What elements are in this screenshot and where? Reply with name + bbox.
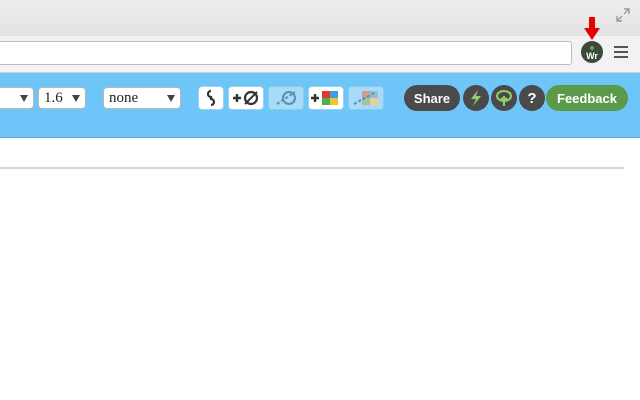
title-bar: [0, 0, 640, 36]
link-icon: [206, 89, 216, 107]
add-image-icon: [311, 91, 338, 105]
extension-label: Wr: [586, 50, 598, 61]
feedback-label: Feedback: [557, 90, 617, 106]
menu-bar: [614, 46, 628, 48]
remove-image-icon: [353, 91, 378, 105]
link-button[interactable]: [198, 86, 224, 110]
chevron-down-icon: [72, 95, 80, 102]
line-height-select[interactable]: 1.6: [38, 87, 86, 109]
lightning-button[interactable]: [463, 85, 489, 111]
menu-bar: [614, 51, 628, 53]
line-height-value: 1.6: [44, 90, 63, 106]
chevron-down-icon: [167, 95, 175, 102]
chevron-down-icon: [20, 95, 28, 102]
help-icon: ?: [527, 89, 537, 107]
tree-icon: [496, 90, 512, 106]
browser-toolbar: + Wr: [0, 36, 640, 73]
editor-toolbar: 1.6 none Share ? Feedback: [0, 73, 640, 138]
help-button[interactable]: ?: [519, 85, 545, 111]
share-label: Share: [413, 90, 451, 106]
add-link-icon: [233, 90, 259, 106]
lightning-icon: [471, 90, 481, 106]
style-value: none: [109, 90, 139, 106]
remove-link-icon: [276, 91, 296, 105]
share-button[interactable]: Share: [404, 85, 460, 111]
browser-window: + Wr 1.6 none Share ? Feedback: [0, 0, 640, 400]
feedback-button[interactable]: Feedback: [546, 85, 628, 111]
menu-icon[interactable]: [614, 46, 628, 60]
extension-icon[interactable]: + Wr: [581, 41, 603, 63]
red-arrow-icon: [584, 17, 600, 40]
add-image-button[interactable]: [308, 86, 344, 110]
menu-bar: [614, 56, 628, 58]
extension-button[interactable]: + Wr: [581, 41, 605, 65]
remove-link-button[interactable]: [268, 86, 304, 110]
content-divider: [0, 167, 624, 169]
address-bar[interactable]: [0, 41, 572, 65]
resize-icon[interactable]: [616, 8, 630, 22]
style-select[interactable]: none: [103, 87, 181, 109]
tree-button[interactable]: [491, 85, 517, 111]
remove-image-button[interactable]: [348, 86, 384, 110]
font-select[interactable]: [0, 87, 34, 109]
add-link-button[interactable]: [228, 86, 264, 110]
